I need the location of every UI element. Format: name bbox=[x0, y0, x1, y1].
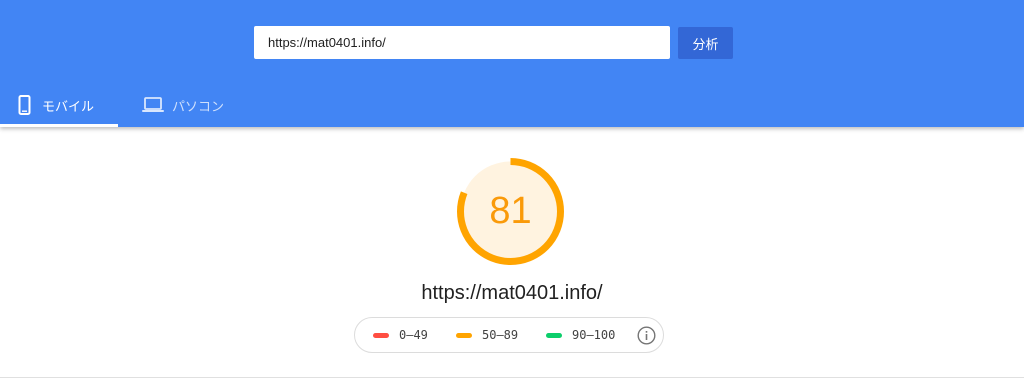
url-input[interactable] bbox=[254, 26, 670, 59]
legend-swatch-red bbox=[373, 332, 389, 338]
tab-mobile-label: モバイル bbox=[42, 99, 95, 114]
info-icon[interactable] bbox=[637, 326, 656, 348]
legend-item-pass: 90–100 bbox=[546, 328, 615, 342]
analyze-button[interactable]: 分析 bbox=[678, 27, 733, 59]
smartphone-icon bbox=[18, 95, 31, 118]
tab-mobile[interactable]: モバイル bbox=[0, 84, 118, 127]
score-gauge: 81 bbox=[455, 156, 566, 267]
legend-range-average: 50–89 bbox=[482, 328, 519, 342]
active-tab-indicator bbox=[0, 124, 118, 127]
score-legend: 0–49 50–89 90–100 bbox=[354, 317, 664, 353]
legend-range-fail: 0–49 bbox=[399, 328, 428, 342]
legend-item-average: 50–89 bbox=[456, 328, 518, 342]
divider bbox=[0, 377, 1024, 378]
tab-desktop-label: パソコン bbox=[172, 99, 225, 114]
tab-desktop[interactable]: パソコン bbox=[118, 84, 238, 127]
legend-item-fail: 0–49 bbox=[373, 328, 428, 342]
legend-swatch-orange bbox=[456, 332, 472, 338]
header-bar: 分析 モバイル パソコン bbox=[0, 0, 1024, 127]
performance-score: 81 bbox=[489, 190, 532, 232]
analyzed-url: https://mat0401.info/ bbox=[421, 282, 603, 304]
laptop-icon bbox=[142, 97, 164, 116]
legend-range-pass: 90–100 bbox=[572, 328, 616, 342]
legend-swatch-green bbox=[546, 332, 562, 338]
